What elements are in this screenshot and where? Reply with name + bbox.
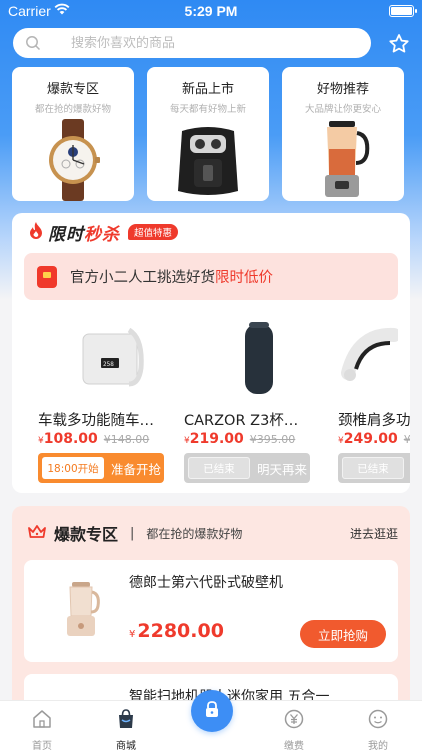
product-image — [50, 578, 114, 642]
category-subtitle: 每天都有好物上新 — [169, 104, 246, 115]
search-bar[interactable] — [13, 28, 371, 58]
air-fryer-image — [147, 115, 269, 201]
original-price: ¥3 — [403, 433, 410, 446]
divider: | — [130, 525, 135, 541]
buy-now-button[interactable]: 立即抢购 — [300, 620, 386, 648]
product-price: ¥249.00¥3 — [338, 431, 410, 447]
ended-label: 已结束 — [342, 457, 404, 479]
flash-action-button[interactable]: 已结束 明天再来 — [184, 453, 310, 483]
tab-mall[interactable]: 商城 — [96, 707, 156, 750]
category-subtitle: 都在抢的爆款好物 — [34, 104, 111, 115]
product-price: ¥108.00 ¥148.00 — [38, 431, 150, 447]
lock-icon — [204, 700, 220, 722]
tab-label: 我的 — [368, 741, 388, 750]
svg-text:258: 258 — [103, 361, 114, 368]
category-card-hot[interactable]: 爆款专区 都在抢的爆款好物 — [12, 67, 134, 201]
clock: 5:29 PM — [184, 3, 238, 19]
flash-action-button[interactable]: 18:00开始 准备开抢 — [38, 453, 164, 483]
shopping-bag-icon — [96, 707, 156, 731]
red-envelope-icon — [37, 265, 57, 288]
flash-sale-section: 限时秒杀 超值特惠 官方小二人工挑选好货限时低价 258 车载多功能随车… ¥1… — [12, 213, 410, 493]
hot-zone-more-link[interactable]: 进去逛逛 — [350, 525, 398, 542]
tab-label: 缴费 — [284, 741, 304, 750]
hot-zone-title: 爆款专区 — [54, 525, 119, 544]
start-time-label: 18:00开始 — [42, 457, 104, 479]
tab-label: 商城 — [116, 741, 136, 750]
category-title: 爆款专区 — [46, 82, 99, 97]
product-name: CARZOR Z3杯… — [184, 413, 299, 429]
category-title: 新品上市 — [181, 82, 234, 97]
banner-highlight: 限时低价 — [215, 270, 273, 286]
flash-sale-banner[interactable]: 官方小二人工挑选好货限时低价 — [24, 253, 398, 300]
tab-home[interactable]: 首页 — [12, 707, 72, 750]
favorites-star-icon[interactable] — [387, 32, 411, 56]
product-name: 德郎士第六代卧式破壁机 — [129, 575, 283, 591]
yuan-coin-icon — [264, 707, 324, 731]
banner-text: 官方小二人工挑选好货限时低价 — [70, 270, 273, 286]
search-icon — [25, 35, 41, 55]
hot-zone-header: 爆款专区 | 都在抢的爆款好物 进去逛逛 — [28, 522, 398, 544]
product-image — [338, 313, 410, 403]
product-price: ¥219.00 ¥395.00 — [184, 431, 296, 447]
product-name: 车载多功能随车… — [38, 413, 154, 429]
product-name: 颈椎肩多功 — [338, 413, 410, 429]
product-price: ¥2280.00 — [129, 620, 224, 642]
tab-label: 首页 — [32, 741, 52, 750]
flash-sale-badge: 超值特惠 — [128, 224, 179, 240]
original-price: ¥395.00 — [249, 433, 296, 446]
category-title: 好物推荐 — [316, 82, 369, 97]
home-icon — [12, 707, 72, 731]
flash-sale-header: 限时秒杀 超值特惠 — [28, 221, 179, 245]
flash-sale-title: 限时秒杀 — [48, 224, 120, 245]
category-subtitle: 大品牌让你更安心 — [304, 104, 381, 115]
ready-label: 准备开抢 — [110, 461, 161, 477]
category-card-new[interactable]: 新品上市 每天都有好物上新 — [147, 67, 269, 201]
smiley-icon — [348, 707, 408, 731]
hot-item-1[interactable]: 德郎士第六代卧式破壁机 ¥2280.00 立即抢购 — [24, 560, 398, 662]
tab-payment[interactable]: 缴费 — [264, 707, 324, 750]
hot-zone-subtitle: 都在抢的爆款好物 — [146, 526, 243, 541]
come-tomorrow-label: 明天再来 — [256, 461, 307, 477]
center-lock-button[interactable] — [191, 690, 233, 732]
tab-profile[interactable]: 我的 — [348, 707, 408, 750]
watch-image — [12, 115, 134, 201]
ended-label: 已结束 — [188, 457, 250, 479]
battery-icon — [389, 5, 417, 17]
category-card-recommend[interactable]: 好物推荐 大品牌让你更安心 — [282, 67, 404, 201]
product-image — [184, 313, 334, 403]
crown-icon — [28, 524, 46, 543]
status-bar: Carrier 5:29 PM — [0, 0, 422, 24]
flash-action-button[interactable]: 已结束 明 — [338, 453, 410, 483]
flame-icon — [28, 221, 44, 243]
come-tomorrow-label: 明 — [408, 453, 410, 483]
blender-image — [282, 115, 404, 201]
search-input[interactable] — [71, 28, 361, 58]
product-image: 258 — [38, 313, 188, 403]
original-price: ¥148.00 — [103, 433, 150, 446]
